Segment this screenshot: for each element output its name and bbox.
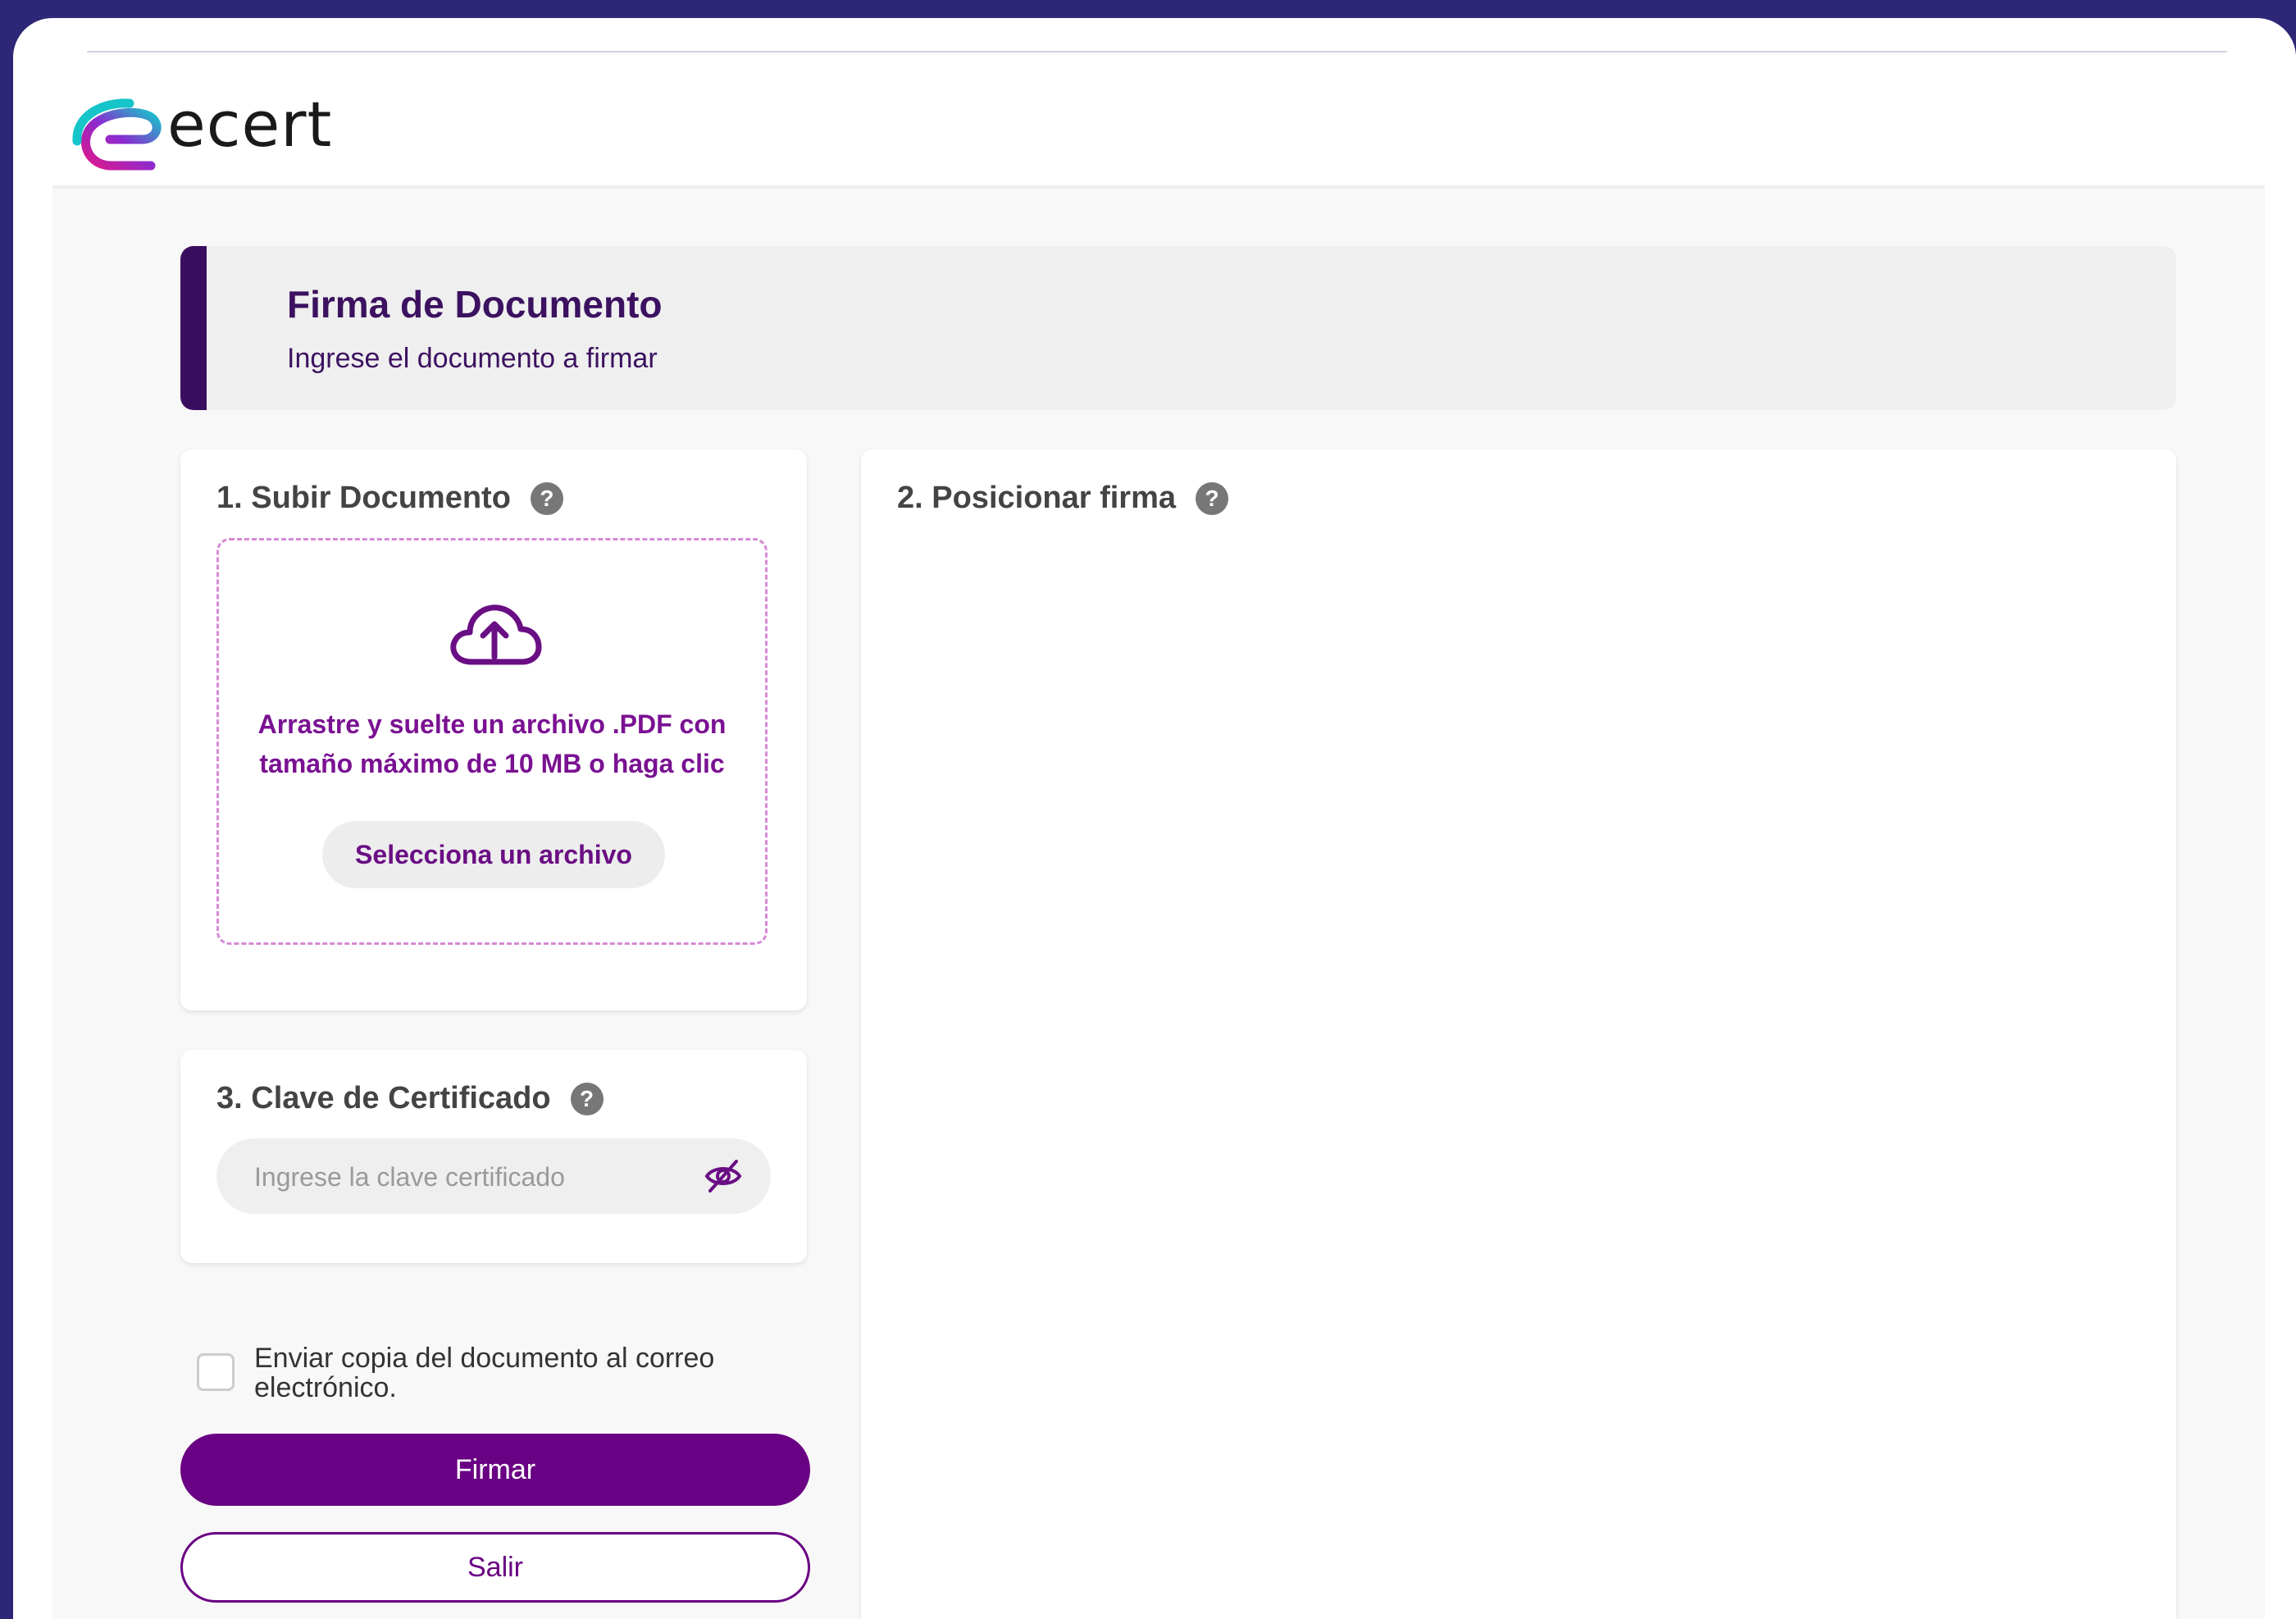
- cloud-upload-icon: [450, 604, 542, 665]
- upload-card: 1. Subir Documento ? Arrastre y suelte u…: [180, 449, 807, 1010]
- banner-accent-bar: [180, 246, 207, 410]
- page-title: Firma de Documento: [287, 283, 663, 326]
- header: ecert: [13, 54, 2296, 185]
- email-copy-label: Enviar copia del documento al correo ele…: [254, 1343, 715, 1403]
- file-dropzone[interactable]: Arrastre y suelte un archivo .PDF con ta…: [216, 538, 768, 945]
- certificate-password-card: 3. Clave de Certificado ?: [180, 1050, 807, 1263]
- page-banner: Firma de Documento Ingrese el documento …: [180, 246, 2176, 410]
- main-content: Firma de Documento Ingrese el documento …: [52, 185, 2265, 1619]
- upload-title-text: 1. Subir Documento: [216, 481, 511, 515]
- position-card-title: 2. Posicionar firma ?: [897, 481, 1229, 516]
- password-card-title: 3. Clave de Certificado ?: [216, 1081, 604, 1116]
- help-icon[interactable]: ?: [530, 481, 563, 515]
- page-subtitle: Ingrese el documento a firmar: [287, 343, 658, 374]
- certificate-password-field[interactable]: [216, 1138, 771, 1215]
- help-icon[interactable]: ?: [570, 1082, 604, 1115]
- eye-off-icon[interactable]: [704, 1158, 743, 1194]
- help-icon[interactable]: ?: [1196, 481, 1229, 515]
- position-signature-card[interactable]: 2. Posicionar firma ?: [861, 449, 2176, 1619]
- position-title-text: 2. Posicionar firma: [897, 481, 1177, 515]
- logo-icon: [72, 98, 162, 171]
- sign-button[interactable]: Firmar: [180, 1434, 810, 1506]
- email-copy-checkbox[interactable]: [197, 1353, 235, 1391]
- dropzone-instructions: Arrastre y suelte un archivo .PDF con ta…: [257, 709, 727, 778]
- password-title-text: 3. Clave de Certificado: [216, 1081, 551, 1115]
- top-divider: [87, 51, 2227, 52]
- app-window: ecert Firma de Documento Ingrese el docu…: [13, 18, 2296, 1619]
- certificate-password-input[interactable]: [253, 1138, 699, 1215]
- upload-card-title: 1. Subir Documento ?: [216, 481, 563, 516]
- logo-text: ecert: [167, 88, 333, 161]
- select-file-button[interactable]: Selecciona un archivo: [322, 821, 665, 888]
- exit-button[interactable]: Salir: [180, 1532, 810, 1603]
